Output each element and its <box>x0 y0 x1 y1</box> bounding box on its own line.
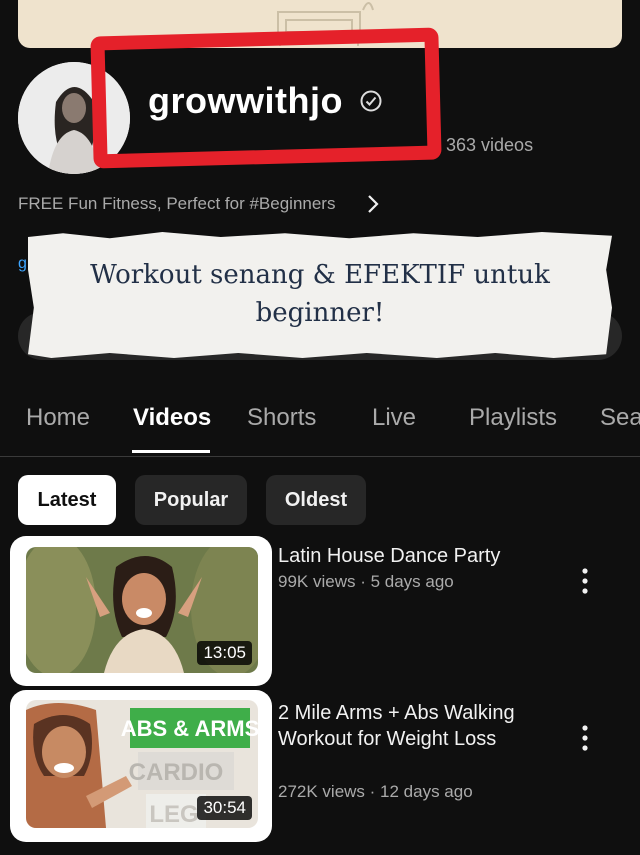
overlay-note-line2: beginner! <box>255 298 385 328</box>
active-tab-indicator <box>132 450 210 453</box>
verified-icon <box>360 90 382 112</box>
more-options-icon[interactable] <box>574 723 596 753</box>
tab-shorts[interactable]: Shorts <box>247 404 316 432</box>
channel-description[interactable]: FREE Fun Fitness, Perfect for #Beginners <box>18 194 335 214</box>
video-meta: 99K views · 5 days ago <box>278 572 454 591</box>
video-duration: 13:05 <box>197 641 252 665</box>
tab-search[interactable]: Sea <box>600 404 640 432</box>
channel-name: growwithjo <box>148 80 343 121</box>
video-meta: 272K views · 12 days ago <box>278 782 473 801</box>
video-thumbnail[interactable]: 13:05 <box>26 547 258 673</box>
thumb-label-abs-arms: ABS & ARMS <box>121 716 258 741</box>
tab-videos[interactable]: Videos <box>133 404 211 432</box>
thumb-label-leg: LEG <box>149 801 198 828</box>
video-title[interactable]: 2 Mile Arms + Abs Walking Workout for We… <box>278 700 578 752</box>
more-options-icon[interactable] <box>574 566 596 596</box>
filter-popular[interactable]: Popular <box>135 475 247 525</box>
thumb-label-cardio: CARDIO <box>129 759 224 786</box>
channel-tabs: Home Videos Shorts Live Playlists Sea <box>0 392 640 457</box>
channel-link[interactable]: g <box>18 255 27 273</box>
filter-oldest[interactable]: Oldest <box>266 475 366 525</box>
overlay-note-line1: Workout senang & EFEKTIF untuk <box>90 260 550 290</box>
chevron-right-icon[interactable] <box>366 193 380 215</box>
tab-live[interactable]: Live <box>372 404 416 432</box>
video-thumbnail[interactable]: ABS & ARMS CARDIO LEG 30:54 <box>26 700 258 828</box>
tab-home[interactable]: Home <box>26 404 90 432</box>
video-duration: 30:54 <box>197 796 252 820</box>
video-title[interactable]: Latin House Dance Party <box>278 543 578 569</box>
filter-latest[interactable]: Latest <box>18 475 116 525</box>
video-count: 363 videos <box>446 135 534 155</box>
tab-playlists[interactable]: Playlists <box>469 404 557 432</box>
overlay-note: Workout senang & EFEKTIF untuk beginner! <box>28 232 612 358</box>
